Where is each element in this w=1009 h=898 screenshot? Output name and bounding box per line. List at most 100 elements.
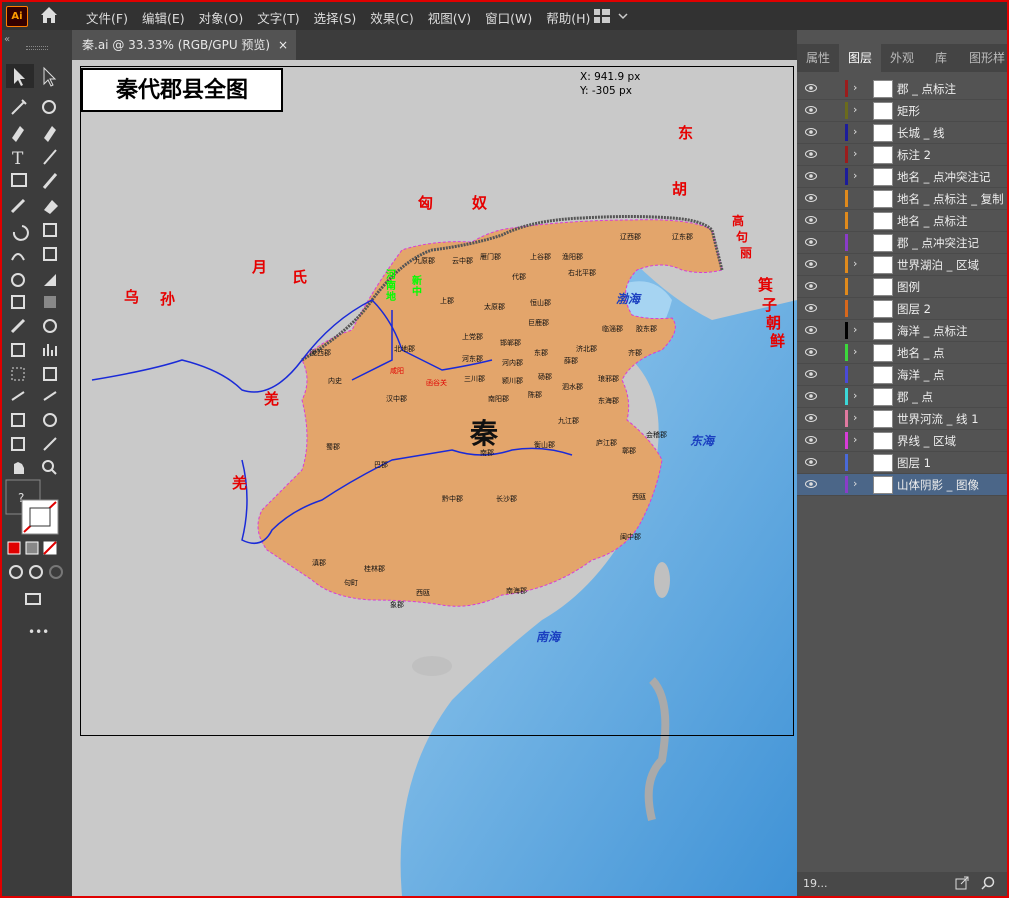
expand-chevron-icon[interactable]: › — [853, 257, 857, 270]
eyedropper-tool-icon — [10, 318, 26, 334]
layer-row[interactable]: 地名 _ 点标注 _ 复制 — [797, 188, 1007, 210]
layer-row[interactable]: › 山体阴影 _ 图像 — [797, 474, 1007, 496]
expand-chevron-icon[interactable]: › — [853, 81, 857, 94]
menu-file[interactable]: 文件(F) — [86, 8, 128, 27]
menu-type[interactable]: 文字(T) — [257, 8, 299, 27]
layer-name[interactable]: 郡 _ 点 — [897, 389, 933, 405]
tab-graphic-styles[interactable]: 图形样 — [967, 44, 1007, 72]
layer-name[interactable]: 图层 2 — [897, 301, 931, 317]
visibility-eye-icon[interactable] — [805, 171, 817, 181]
layer-name[interactable]: 矩形 — [897, 103, 920, 119]
expand-chevron-icon[interactable]: › — [853, 433, 857, 446]
layer-row[interactable]: › 世界河流 _ 线 1 — [797, 408, 1007, 430]
layer-name[interactable]: 长城 _ 线 — [897, 125, 945, 141]
home-icon[interactable] — [38, 4, 60, 26]
expand-chevron-icon[interactable]: › — [853, 411, 857, 424]
visibility-eye-icon[interactable] — [805, 457, 817, 467]
visibility-eye-icon[interactable] — [805, 237, 817, 247]
layer-name[interactable]: 山体阴影 _ 图像 — [897, 477, 979, 493]
layer-row[interactable]: 海洋 _ 点 — [797, 364, 1007, 386]
visibility-eye-icon[interactable] — [805, 149, 817, 159]
search-icon[interactable] — [981, 876, 995, 890]
layer-color-swatch — [845, 168, 848, 185]
layer-name[interactable]: 地名 _ 点冲突注记 — [897, 169, 991, 185]
layer-row[interactable]: 图层 1 — [797, 452, 1007, 474]
menu-help[interactable]: 帮助(H) — [546, 8, 590, 27]
layer-row[interactable]: › 标注 2 — [797, 144, 1007, 166]
layer-name[interactable]: 标注 2 — [897, 147, 931, 163]
expand-chevron-icon[interactable]: › — [853, 125, 857, 138]
layer-row[interactable]: 图例 — [797, 276, 1007, 298]
layer-row[interactable]: › 地名 _ 点 — [797, 342, 1007, 364]
expand-chevron-icon[interactable]: › — [853, 169, 857, 182]
visibility-eye-icon[interactable] — [805, 281, 817, 291]
expand-chevron-icon[interactable]: › — [853, 323, 857, 336]
map-title[interactable]: 秦代郡县全图 — [81, 68, 283, 112]
layer-row[interactable]: › 矩形 — [797, 100, 1007, 122]
layer-name[interactable]: 海洋 _ 点 — [897, 367, 945, 383]
layer-row[interactable]: › 海洋 _ 点标注 — [797, 320, 1007, 342]
layer-name[interactable]: 图层 1 — [897, 455, 931, 471]
panel-grip[interactable] — [26, 46, 48, 50]
commandery-label: 太原郡 — [484, 303, 505, 311]
artboard-canvas[interactable]: 秦代郡县全图 X: 941.9 px Y: -305 px 东 胡 匈 奴 月 … — [72, 60, 797, 896]
visibility-eye-icon[interactable] — [805, 127, 817, 137]
layer-name[interactable]: 地名 _ 点标注 _ 复制 — [897, 191, 1004, 207]
visibility-eye-icon[interactable] — [805, 325, 817, 335]
visibility-eye-icon[interactable] — [805, 259, 817, 269]
layer-name[interactable]: 世界湖泊 _ 区域 — [897, 257, 979, 273]
layer-row[interactable]: › 界线 _ 区域 — [797, 430, 1007, 452]
layer-row[interactable]: › 郡 _ 点标注 — [797, 78, 1007, 100]
export-icon[interactable] — [955, 876, 969, 890]
layer-name[interactable]: 郡 _ 点标注 — [897, 81, 956, 97]
layer-row[interactable]: › 地名 _ 点冲突注记 — [797, 166, 1007, 188]
visibility-eye-icon[interactable] — [805, 435, 817, 445]
expand-chevron-icon[interactable]: › — [853, 477, 857, 490]
layer-name[interactable]: 地名 _ 点 — [897, 345, 945, 361]
document-tab[interactable]: 秦.ai @ 33.33% (RGB/GPU 预览) × — [72, 30, 296, 60]
expand-chevron-icon[interactable]: › — [853, 345, 857, 358]
visibility-eye-icon[interactable] — [805, 83, 817, 93]
visibility-eye-icon[interactable] — [805, 391, 817, 401]
expand-chevron-icon[interactable]: › — [853, 389, 857, 402]
visibility-eye-icon[interactable] — [805, 105, 817, 115]
screen-mode-icon — [25, 593, 41, 605]
layer-name[interactable]: 世界河流 _ 线 1 — [897, 411, 979, 427]
visibility-eye-icon[interactable] — [805, 479, 817, 489]
layer-name[interactable]: 郡 _ 点冲突注记 — [897, 235, 979, 251]
menu-object[interactable]: 对象(O) — [199, 8, 244, 27]
commandery-label: 南郡 — [480, 449, 494, 457]
layer-row[interactable]: 图层 2 — [797, 298, 1007, 320]
tab-properties[interactable]: 属性 — [797, 44, 839, 72]
layer-name[interactable]: 海洋 _ 点标注 — [897, 323, 968, 339]
menu-select[interactable]: 选择(S) — [314, 8, 357, 27]
menu-window[interactable]: 窗口(W) — [485, 8, 532, 27]
layer-row[interactable]: › 世界湖泊 _ 区域 — [797, 254, 1007, 276]
visibility-eye-icon[interactable] — [805, 215, 817, 225]
visibility-eye-icon[interactable] — [805, 369, 817, 379]
region-label: 东 — [678, 124, 694, 142]
layer-name[interactable]: 地名 _ 点标注 — [897, 213, 968, 229]
layer-name[interactable]: 图例 — [897, 279, 920, 295]
visibility-eye-icon[interactable] — [805, 193, 817, 203]
expand-chevron-icon[interactable]: › — [853, 147, 857, 160]
workspace-switcher-icon[interactable] — [594, 8, 630, 24]
collapse-icon[interactable]: « — [4, 34, 10, 45]
close-tab-icon[interactable]: × — [278, 30, 288, 60]
visibility-eye-icon[interactable] — [805, 303, 817, 313]
visibility-eye-icon[interactable] — [805, 413, 817, 423]
layer-row[interactable]: 郡 _ 点冲突注记 — [797, 232, 1007, 254]
menu-view[interactable]: 视图(V) — [428, 8, 471, 27]
commandery-label: 陈郡 — [528, 391, 542, 399]
menu-effect[interactable]: 效果(C) — [370, 8, 413, 27]
tab-layers[interactable]: 图层 — [839, 44, 881, 72]
tab-appearance[interactable]: 外观 — [881, 44, 923, 72]
layer-row[interactable]: › 郡 _ 点 — [797, 386, 1007, 408]
visibility-eye-icon[interactable] — [805, 347, 817, 357]
layer-row[interactable]: 地名 _ 点标注 — [797, 210, 1007, 232]
expand-chevron-icon[interactable]: › — [853, 103, 857, 116]
layer-name[interactable]: 界线 _ 区域 — [897, 433, 956, 449]
tab-libraries[interactable]: 库 — [923, 44, 959, 72]
layer-row[interactable]: › 长城 _ 线 — [797, 122, 1007, 144]
menu-edit[interactable]: 编辑(E) — [142, 8, 185, 27]
